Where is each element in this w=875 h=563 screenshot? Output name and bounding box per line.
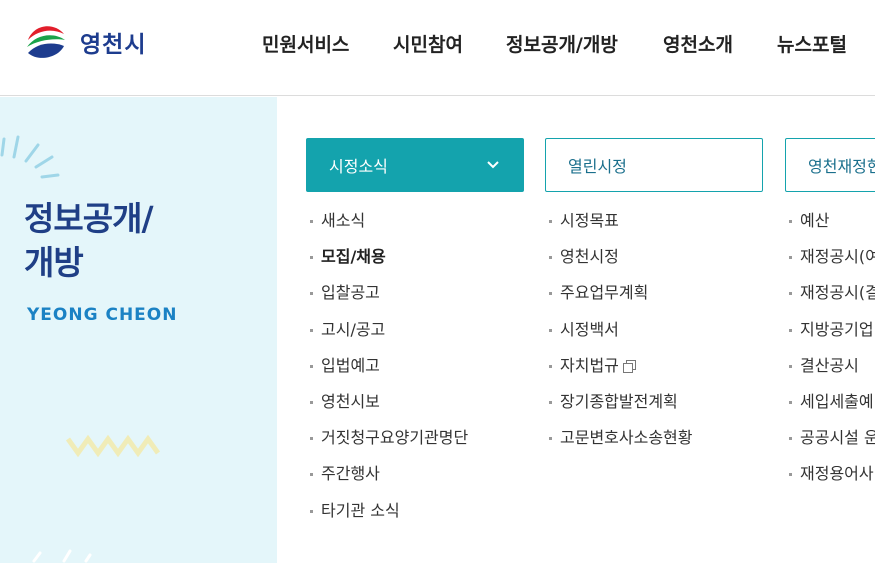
menu-item[interactable]: 시정백서 (545, 318, 763, 354)
site-header: 영천시 민원서비스 시민참여 정보공개/개방 영천소개 뉴스포털 (0, 0, 875, 96)
chevron-down-icon (487, 161, 499, 169)
menu-list: 시정목표 영천시정 주요업무계획 시정백서 자치법규 장기종합발전계획 고문변호… (545, 209, 763, 462)
section-subtitle: YEONG CHEON (27, 305, 178, 325)
menu-item[interactable]: 예산 (785, 209, 875, 245)
section-title-line1: 정보공개/ (24, 199, 153, 238)
menu-item[interactable]: 지방공기업 (785, 318, 875, 354)
menu-column-city-news: 시정소식 새소식 모집/채용 입찰공고 고시/공고 입법예고 영천시보 거짓청구… (306, 138, 524, 535)
yeongcheon-emblem-icon (27, 26, 65, 58)
menu-head-open-government[interactable]: 열린시정 (545, 138, 763, 192)
menu-item[interactable]: 타기관 소식 (306, 499, 524, 535)
menu-head-label: 시정소식 (329, 157, 388, 176)
logo-text: 영천시 (80, 32, 147, 58)
menu-item[interactable]: 재정공시(여 (785, 245, 875, 281)
menu-item[interactable]: 입법예고 (306, 354, 524, 390)
nav-info-disclosure[interactable]: 정보공개/개방 (506, 30, 618, 57)
nav-about-yeongcheon[interactable]: 영천소개 (663, 30, 733, 57)
menu-item[interactable]: 영천시보 (306, 390, 524, 426)
menu-item[interactable]: 새소식 (306, 209, 524, 245)
menu-item-current[interactable]: 모집/채용 (306, 245, 524, 281)
menu-item[interactable]: 거짓청구요양기관명단 (306, 426, 524, 462)
menu-item[interactable]: 세입세출예 (785, 390, 875, 426)
menu-item[interactable]: 장기종합발전계획 (545, 390, 763, 426)
menu-head-label: 열린시정 (568, 157, 627, 176)
nav-civil-service[interactable]: 민원서비스 (262, 30, 349, 57)
menu-item-external[interactable]: 자치법규 (545, 354, 763, 390)
menu-item[interactable]: 공공시설 운 (785, 426, 875, 462)
zigzag-decoration-icon (66, 434, 161, 458)
menu-item[interactable]: 입찰공고 (306, 281, 524, 317)
menu-item[interactable]: 주간행사 (306, 462, 524, 498)
section-title-line2: 개방 (24, 243, 84, 282)
menu-item-label: 자치법규 (560, 355, 619, 375)
menu-item[interactable]: 고문변호사소송현황 (545, 426, 763, 462)
menu-head-label: 영천재정현 (808, 157, 875, 176)
nav-news-portal[interactable]: 뉴스포털 (777, 30, 847, 57)
section-title: 정보공개/ 개방 (24, 197, 153, 285)
rays-decoration-icon (0, 135, 60, 179)
section-banner: 정보공개/ 개방 YEONG CHEON (0, 97, 277, 563)
menu-column-finance: 영천재정현 예산 재정공시(여 재정공시(결 지방공기업 결산공시 세입세출예 … (785, 138, 875, 563)
menu-item[interactable]: 영천시정 (545, 245, 763, 281)
menu-list: 새소식 모집/채용 입찰공고 고시/공고 입법예고 영천시보 거짓청구요양기관명… (306, 209, 524, 535)
menu-item[interactable]: 주요업무계획 (545, 281, 763, 317)
menu-list: 예산 재정공시(여 재정공시(결 지방공기업 결산공시 세입세출예 공공시설 운… (785, 209, 875, 499)
menu-column-open-government: 열린시정 시정목표 영천시정 주요업무계획 시정백서 자치법규 장기종합발전계획… (545, 138, 763, 462)
menu-item[interactable]: 재정공시(결 (785, 281, 875, 317)
menu-head-finance[interactable]: 영천재정현 (785, 138, 875, 192)
menu-item[interactable]: 재정용어사 (785, 462, 875, 498)
site-logo[interactable]: 영천시 (24, 20, 146, 64)
menu-item[interactable]: 결산공시 (785, 354, 875, 390)
nav-citizen-participation[interactable]: 시민참여 (393, 30, 463, 57)
menu-item[interactable]: 시정목표 (545, 209, 763, 245)
menu-item[interactable]: 고시/공고 (306, 318, 524, 354)
external-link-icon (622, 359, 636, 373)
menu-head-city-news[interactable]: 시정소식 (306, 138, 524, 192)
dots-decoration-icon (32, 549, 92, 563)
